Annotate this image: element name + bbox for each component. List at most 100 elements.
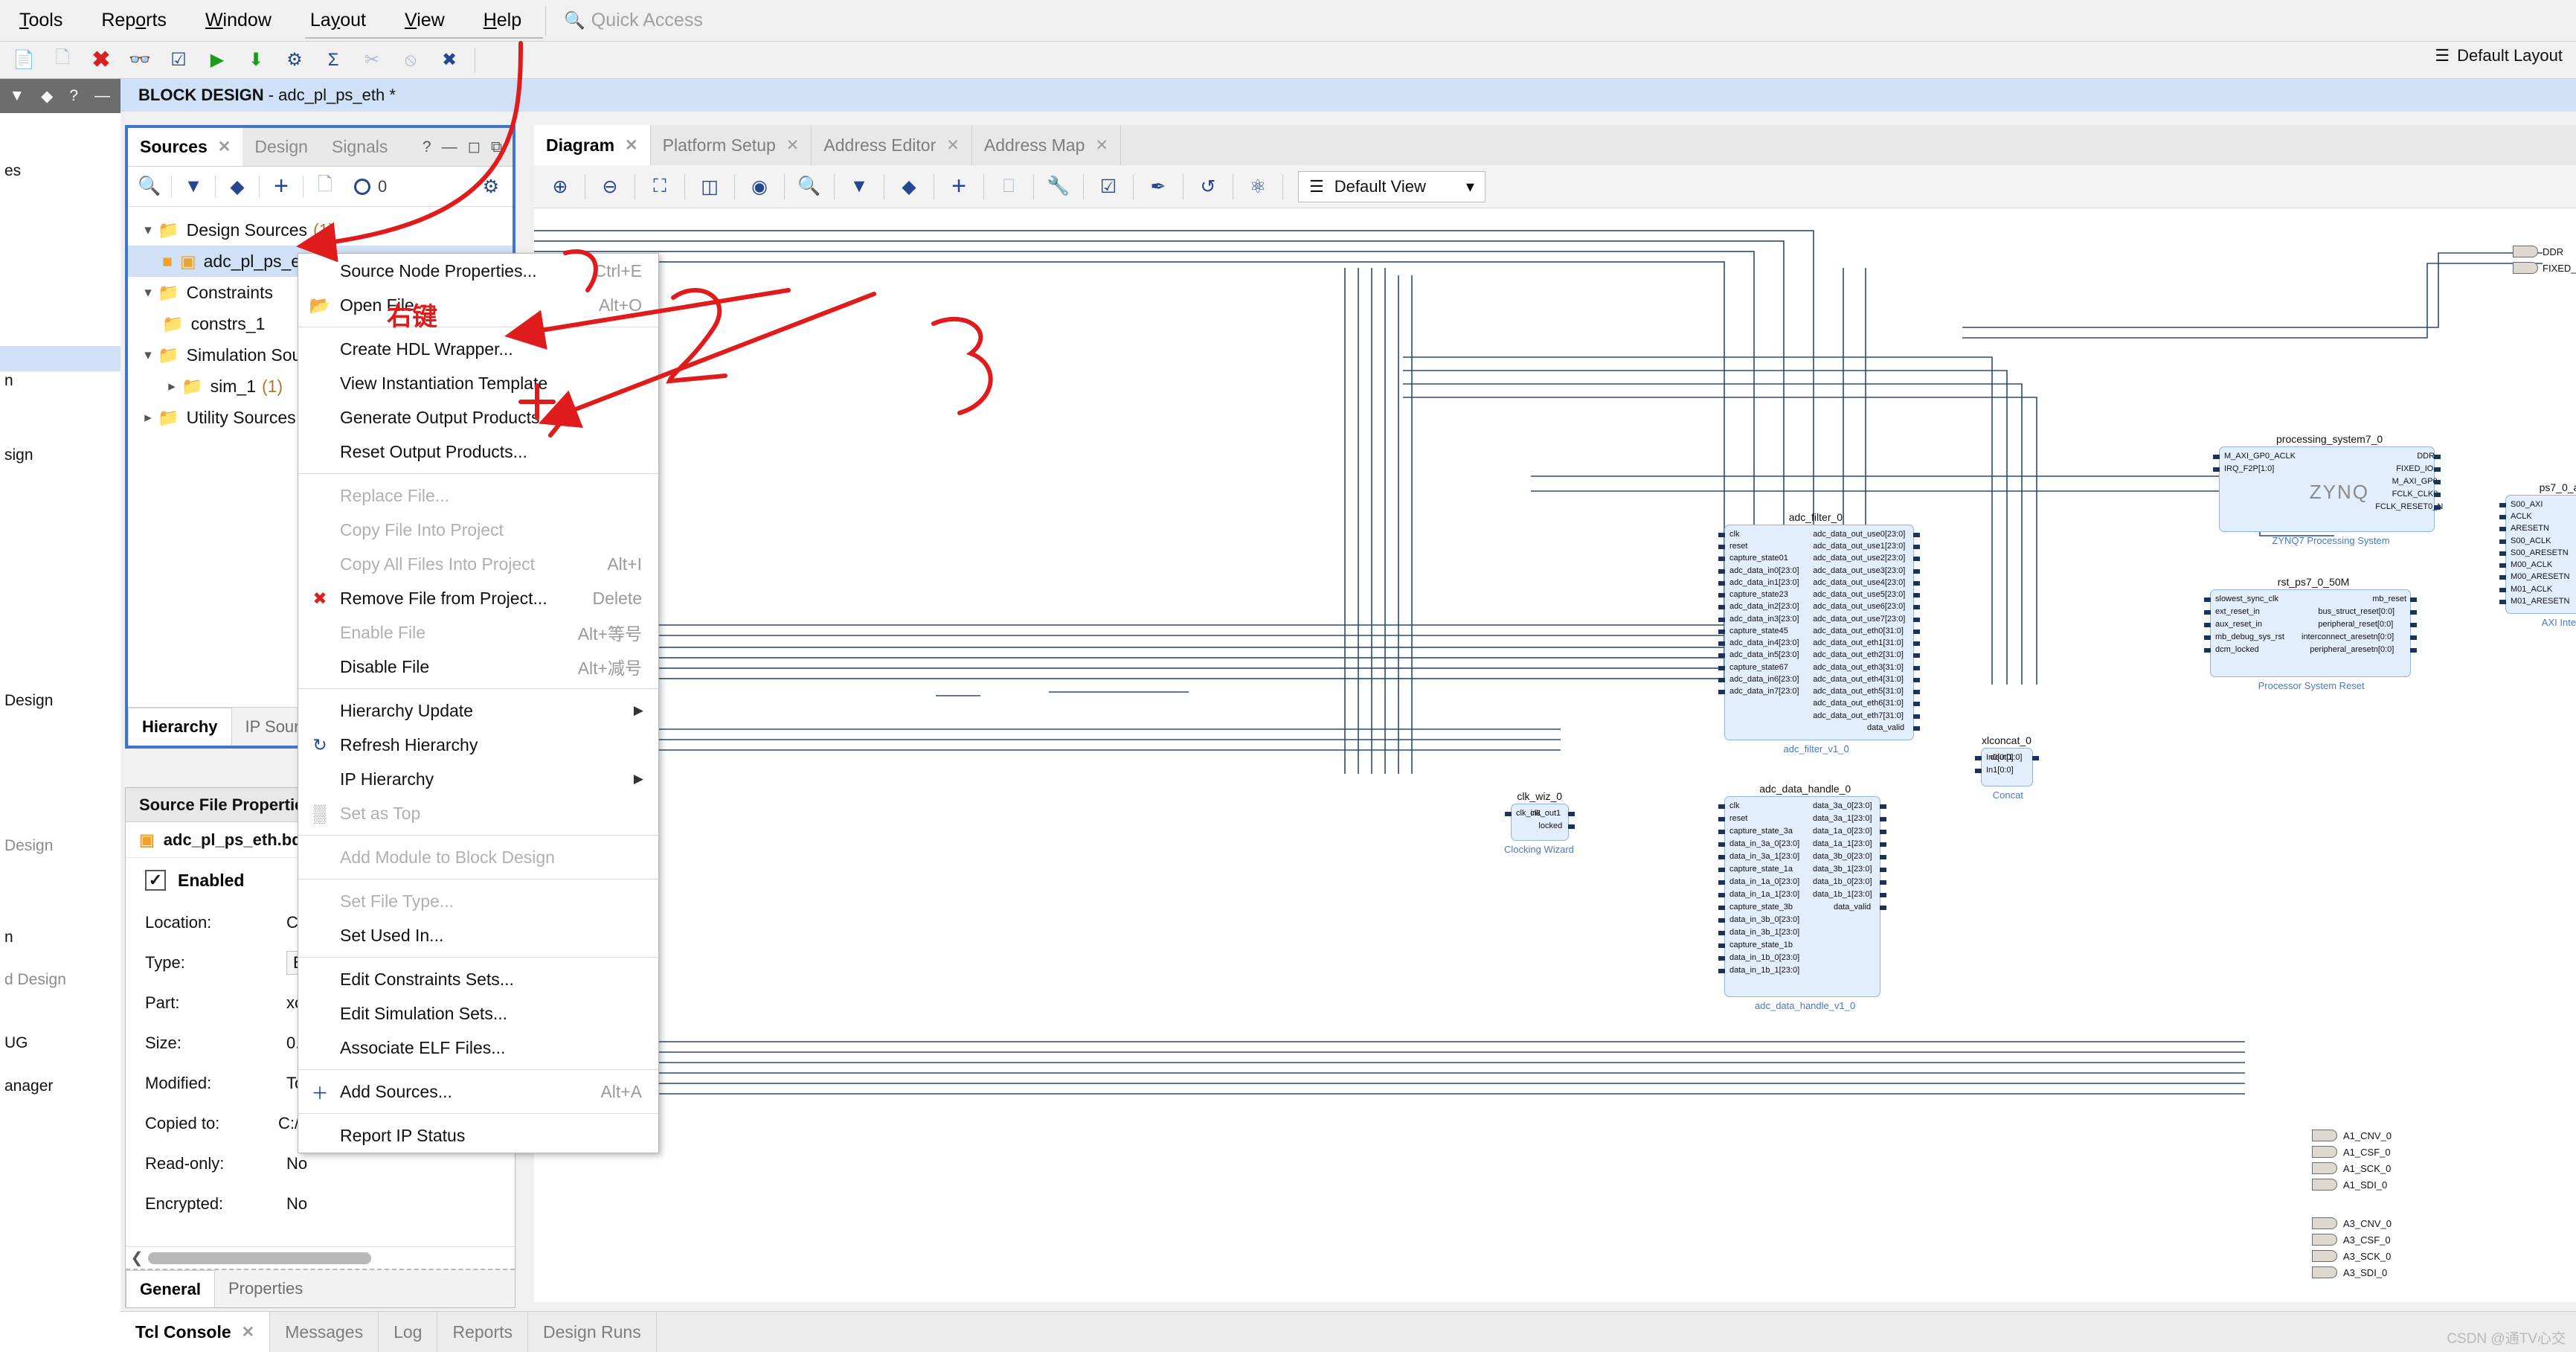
close-icon[interactable]: ✕ (786, 136, 800, 155)
optimize-icon[interactable]: ⚛ (1238, 169, 1278, 205)
external-port-shape[interactable] (2312, 1217, 2337, 1229)
tab-tcl-console[interactable]: Tcl Console ✕ (121, 1312, 271, 1352)
menu-item-view[interactable]: View (385, 10, 464, 31)
external-port-shape[interactable] (2513, 246, 2538, 257)
add-sources-icon[interactable]: + (260, 170, 303, 204)
quick-access[interactable]: 🔍 Quick Access (564, 10, 703, 31)
validate-icon[interactable]: ☑ (1088, 169, 1128, 205)
rail-item-2[interactable]: sign (0, 446, 121, 464)
sigma-icon[interactable]: Σ (314, 44, 353, 77)
menu-item-tools[interactable]: TToolsools (0, 10, 82, 31)
context-menu-item-report-ip-status[interactable]: Report IP Status (298, 1118, 658, 1153)
unlink-icon[interactable]: ✖ (430, 44, 469, 77)
rail-item-5[interactable]: n (0, 929, 121, 946)
run-play-icon[interactable]: ▶ (198, 44, 237, 77)
tab-messages[interactable]: Messages (270, 1312, 379, 1352)
context-menu-item-set-used-in[interactable]: Set Used In... (298, 918, 658, 952)
horizontal-scrollbar[interactable]: ❮ (126, 1246, 515, 1269)
context-menu-item-edit-simulation-sets[interactable]: Edit Simulation Sets... (298, 996, 658, 1031)
download-bits-icon[interactable]: ⬇ (237, 44, 275, 77)
close-icon[interactable]: ✕ (1095, 136, 1108, 155)
external-port-shape[interactable] (2312, 1130, 2337, 1141)
context-menu-item-associate-elf-files[interactable]: Associate ELF Files... (298, 1031, 658, 1065)
collapse-icon[interactable]: ▼ (839, 169, 879, 205)
binoculars-icon[interactable]: 👓 (121, 44, 159, 77)
tab-signals[interactable]: Signals (320, 128, 399, 166)
tab-design-runs[interactable]: Design Runs (528, 1312, 657, 1352)
block-design-canvas[interactable]: A1_SD0_0 A1_SD4_0 A3_SD0_0 A3_SD4_0 B1_S… (534, 208, 2576, 1302)
tab-reports[interactable]: Reports (437, 1312, 529, 1352)
sources-context-menu[interactable]: Source Node Properties... Ctrl+E 📂 Open Fil… (298, 253, 659, 1153)
external-port-shape[interactable] (2312, 1234, 2337, 1246)
close-icon[interactable]: ✕ (625, 136, 638, 155)
tab-address-editor[interactable]: Address Editor ✕ (812, 125, 972, 165)
context-menu-item-open-file[interactable]: 📂 Open File Alt+O (298, 288, 658, 322)
close-icon[interactable]: ✕ (946, 136, 960, 155)
checkbox-icon[interactable]: ☑ (159, 44, 198, 77)
rail-item-0[interactable]: es (0, 162, 121, 180)
context-menu-item-refresh-hierarchy[interactable]: ↻ Refresh Hierarchy (298, 728, 658, 762)
tab-platform-setup[interactable]: Platform Setup ✕ (651, 125, 812, 165)
external-port-shape[interactable] (2312, 1162, 2337, 1174)
collapse-all-icon[interactable]: ▼ (172, 170, 215, 204)
expand-all-icon[interactable]: ◆ (216, 170, 259, 204)
chevron-right-icon[interactable]: ▸ (162, 378, 182, 395)
tab-log[interactable]: Log (379, 1312, 438, 1352)
chevron-right-icon[interactable]: ▸ (138, 409, 158, 426)
chevron-down-icon[interactable]: ▾ (138, 347, 158, 364)
new-file-icon[interactable]: 📄 (4, 44, 43, 77)
scroll-left-icon[interactable]: ❮ (126, 1249, 148, 1267)
close-x-icon[interactable]: ✖ (82, 44, 121, 77)
gear-icon[interactable]: ⚙ (275, 44, 314, 77)
search-icon[interactable]: 🔍 (789, 169, 829, 205)
rail-item-6[interactable]: d Design (0, 971, 121, 989)
external-port-shape[interactable] (2312, 1179, 2337, 1191)
copy-icon[interactable]: 🗋 (43, 44, 82, 77)
copy-icon[interactable]: 🗋 (303, 170, 347, 204)
context-menu-item-remove-file-from-project[interactable]: ✖ Remove File from Project... Delete (298, 581, 658, 615)
close-icon[interactable]: ✕ (242, 1323, 255, 1342)
help-icon[interactable]: ? (69, 87, 78, 105)
chevron-down-icon[interactable]: ▾ (138, 284, 158, 301)
rail-item-7[interactable]: UG (0, 1034, 121, 1052)
tab-diagram[interactable]: Diagram ✕ (534, 125, 651, 165)
context-menu-item-ip-hierarchy[interactable]: IP Hierarchy ▶ (298, 762, 658, 796)
wrench-icon[interactable]: 🔧 (1038, 169, 1079, 205)
rail-item-3[interactable]: Design (0, 692, 121, 710)
tab-design[interactable]: Design (242, 128, 320, 166)
collapse-icon[interactable]: ▼ (9, 87, 25, 105)
menu-item-window[interactable]: Window (186, 10, 291, 31)
context-menu-item-generate-output-products[interactable]: Generate Output Products... (298, 400, 658, 435)
rail-item-1[interactable]: n (0, 372, 121, 390)
external-port-shape[interactable] (2513, 262, 2538, 274)
restore-icon[interactable]: ⧉ (491, 138, 502, 156)
refresh-icon[interactable]: ↺ (1188, 169, 1228, 205)
context-menu-item-edit-constraints-sets[interactable]: Edit Constraints Sets... (298, 962, 658, 996)
rail-item-4[interactable]: Design (0, 837, 121, 855)
tree-row-design-sources[interactable]: ▾ 📁 Design Sources (1) (128, 214, 513, 246)
view-select[interactable]: ☰ Default View ▾ (1298, 170, 1485, 202)
zoom-area-icon[interactable]: ◫ (690, 169, 730, 205)
help-icon[interactable]: ? (423, 138, 431, 156)
expand-icon[interactable]: ◆ (41, 87, 53, 106)
pin-icon[interactable]: ✒ (1138, 169, 1178, 205)
scrollbar-thumb[interactable] (148, 1252, 371, 1264)
external-port-shape[interactable] (2312, 1250, 2337, 1262)
tab-address-map[interactable]: Address Map ✕ (972, 125, 1121, 165)
default-layout-button[interactable]: ☰ Default Layout (2435, 46, 2563, 65)
context-menu-item-reset-output-products[interactable]: Reset Output Products... (298, 435, 658, 469)
context-menu-item-disable-file[interactable]: Disable File Alt+减号 (298, 650, 658, 684)
footer-tab-properties[interactable]: Properties (215, 1270, 316, 1307)
rail-item-8[interactable]: anager (0, 1077, 121, 1095)
gear-icon[interactable]: ⚙ (469, 170, 513, 204)
chevron-down-icon[interactable]: ▾ (138, 222, 158, 239)
fit-screen-icon[interactable]: ⛶ (640, 169, 680, 205)
zoom-target-icon[interactable]: ◉ (739, 169, 780, 205)
external-port-shape[interactable] (2312, 1146, 2337, 1158)
zoom-out-icon[interactable]: ⊖ (590, 169, 630, 205)
context-menu-item-hierarchy-update[interactable]: Hierarchy Update ▶ (298, 693, 658, 728)
maximize-icon[interactable]: ◻ (468, 138, 481, 156)
search-icon[interactable]: 🔍 (128, 170, 171, 204)
footer-tab-general[interactable]: General (126, 1270, 215, 1307)
zoom-in-icon[interactable]: ⊕ (540, 169, 580, 205)
